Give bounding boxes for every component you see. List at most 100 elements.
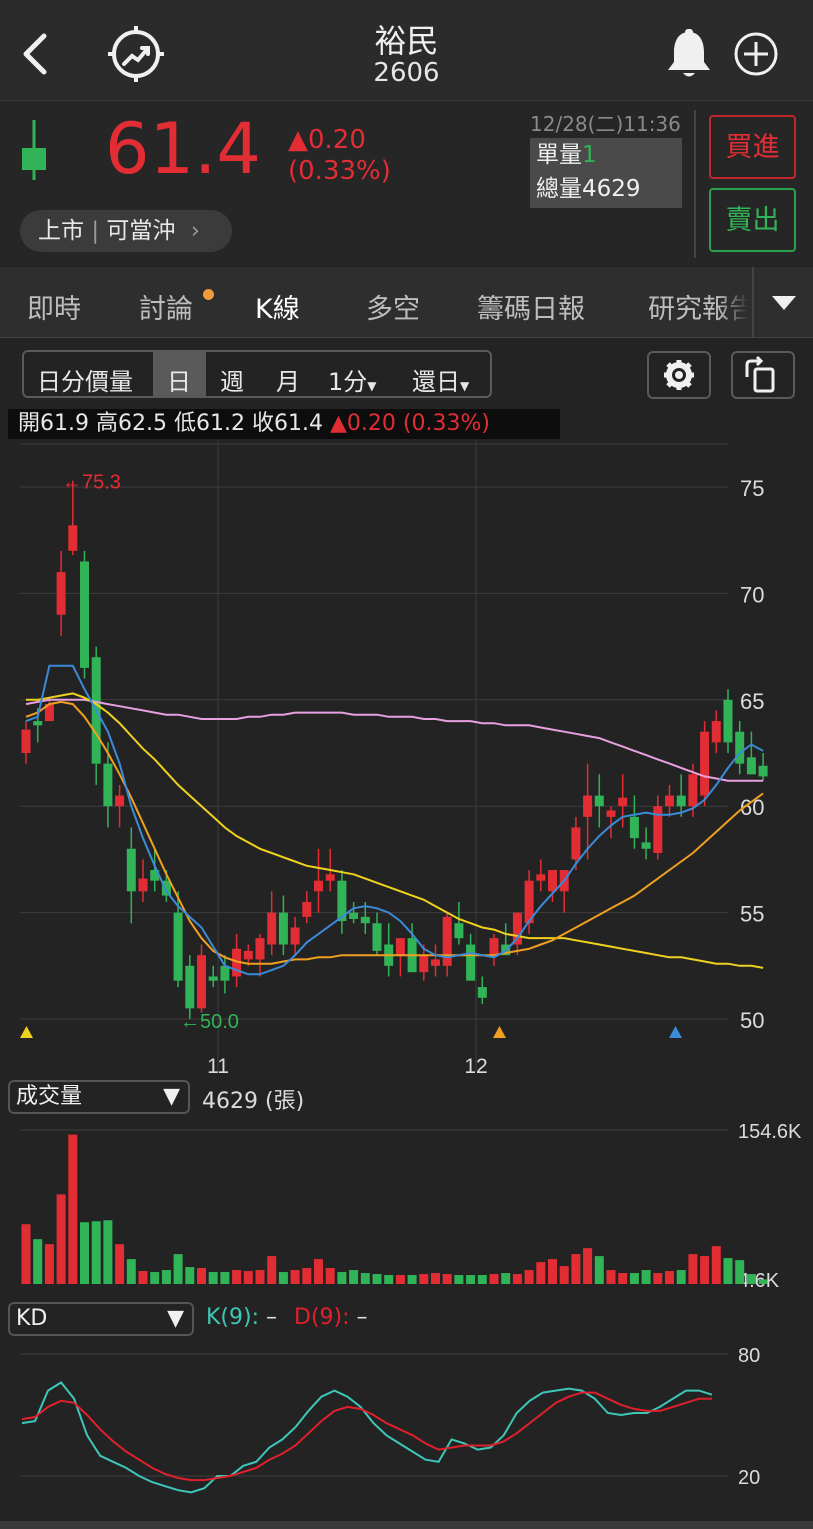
period-minute-label: 1分 <box>328 368 368 396</box>
kd-indicator-select[interactable]: KD ▼ <box>8 1302 194 1336</box>
candle-body <box>735 731 745 764</box>
volume-bar <box>758 1279 768 1284</box>
signal-marker-blue <box>669 1026 682 1038</box>
volume-bar <box>44 1244 54 1284</box>
candle-body <box>372 923 382 951</box>
candle-body <box>360 916 370 924</box>
volume-chart[interactable]: 154.6K4.6K <box>0 1118 813 1298</box>
candle-body <box>185 965 195 1009</box>
candle-body <box>290 927 300 945</box>
period-adjusted[interactable]: 還日▼ <box>412 362 469 397</box>
tabs-dropdown-icon[interactable] <box>768 292 800 314</box>
volume-bar <box>676 1270 686 1284</box>
candle-body <box>431 959 440 966</box>
candle-body <box>442 916 452 966</box>
volume-bar <box>454 1275 464 1284</box>
volume-bar <box>384 1275 394 1284</box>
price-change: ▲0.20 (0.33%) <box>288 125 391 187</box>
period-month[interactable]: 月 <box>276 362 300 397</box>
period-intraday[interactable]: 日分價量 <box>37 362 133 397</box>
period-week[interactable]: 週 <box>220 362 244 397</box>
volume-bar <box>407 1275 417 1284</box>
volume-bar <box>208 1272 218 1284</box>
low-value: 61.2 <box>196 411 245 436</box>
volume-bar <box>419 1274 429 1284</box>
bell-icon[interactable] <box>664 28 714 80</box>
volume-bar <box>618 1273 628 1284</box>
volume-bar <box>103 1220 113 1284</box>
caret-down-icon: ▼ <box>460 379 470 393</box>
kd-chart[interactable]: 80 20 <box>0 1340 813 1520</box>
volume-bar <box>80 1222 89 1284</box>
volume-bar <box>290 1270 300 1284</box>
tab-fade <box>718 287 748 321</box>
volume-bar <box>185 1267 195 1284</box>
period-minute[interactable]: 1分▼ <box>328 362 377 397</box>
volume-bar <box>255 1270 265 1284</box>
volume-bar <box>243 1271 253 1284</box>
tab-kline[interactable]: K線 <box>255 287 300 326</box>
candle-body <box>548 870 557 892</box>
candle-body <box>80 561 89 668</box>
candle-body <box>278 912 288 945</box>
volume-bar <box>33 1239 43 1284</box>
candle-body <box>314 880 323 892</box>
tab-realtime[interactable]: 即時 <box>27 287 81 326</box>
kd-select-label: KD <box>16 1306 48 1331</box>
volume-bar <box>583 1248 593 1284</box>
candle-body <box>173 912 183 981</box>
volume-bar <box>501 1273 511 1284</box>
volume-bar <box>278 1272 288 1284</box>
volume-bar <box>197 1268 206 1284</box>
volume-bar <box>711 1246 721 1284</box>
volume-bar <box>594 1256 604 1284</box>
volume-bar <box>524 1270 534 1284</box>
tab-discussion[interactable]: 討論 <box>139 287 193 326</box>
settings-button[interactable] <box>647 351 711 399</box>
period-day[interactable]: 日 <box>167 362 191 397</box>
rotate-button[interactable] <box>731 351 795 399</box>
tab-long-short[interactable]: 多空 <box>366 287 420 326</box>
change-percent: (0.33%) <box>288 156 391 186</box>
market-tag-pill[interactable]: 上市 | 可當沖 › <box>20 210 232 252</box>
ohlc-bar: 開61.9 高62.5 低61.2 收61.4 ▲0.20 (0.33%) <box>8 409 560 439</box>
y-tick-label: 70 <box>740 582 764 607</box>
sell-button[interactable]: 賣出 <box>709 188 796 252</box>
tab-chips-daily[interactable]: 籌碼日報 <box>477 287 585 326</box>
candle-body <box>126 848 136 892</box>
add-watchlist-icon[interactable] <box>733 31 779 77</box>
low-marker: ←50.0 <box>180 1011 239 1033</box>
volume-bar <box>220 1272 230 1284</box>
volume-value: 4629 (張) <box>202 1089 305 1114</box>
caret-down-icon: ▼ <box>367 379 377 393</box>
candle-body <box>220 965 230 981</box>
candle-body <box>103 763 113 807</box>
candle-body <box>267 912 277 945</box>
volume-bar <box>723 1258 733 1284</box>
candle-body <box>243 950 253 960</box>
candle-body <box>758 765 768 777</box>
candle-body <box>665 795 674 807</box>
volume-box: 單量1 總量4629 <box>530 138 682 208</box>
ohlc-change: ▲0.20 (0.33%) <box>330 411 490 436</box>
candle-body <box>571 827 581 860</box>
tab-divider <box>752 267 754 337</box>
volume-bar <box>161 1270 171 1284</box>
volume-bar <box>431 1273 440 1284</box>
candle-body <box>197 955 206 1009</box>
volume-select-label: 成交量 <box>16 1084 83 1109</box>
buy-button[interactable]: 買進 <box>709 115 796 179</box>
open-label: 開 <box>18 411 41 436</box>
candle-body <box>746 757 756 775</box>
volume-bar <box>349 1270 359 1284</box>
change-value: ▲0.20 <box>288 125 366 155</box>
quote-datetime: 12/28(二)11:36 <box>530 112 681 136</box>
bottom-edge <box>0 1521 813 1529</box>
dropdown-icon: ▼ <box>163 1084 180 1109</box>
daytrade-tag: 可當沖 <box>106 218 176 244</box>
volume-bar <box>91 1221 101 1284</box>
candle-body <box>606 810 616 817</box>
volume-indicator-select[interactable]: 成交量 ▼ <box>8 1080 190 1114</box>
candle-body <box>138 878 148 892</box>
price-chart[interactable]: 75706560555011 12←75.3←50.0 <box>0 440 813 1080</box>
